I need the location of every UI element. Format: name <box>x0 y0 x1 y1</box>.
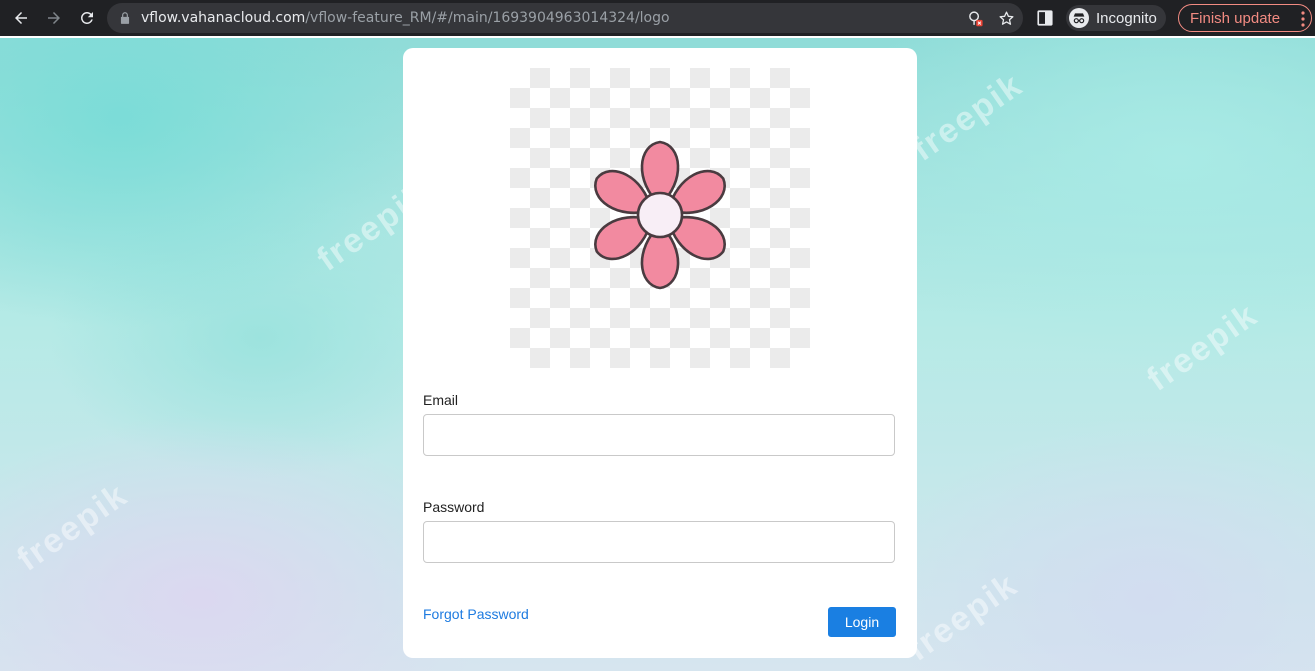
password-label: Password <box>423 499 485 515</box>
tracking-blocked-icon[interactable] <box>967 10 984 27</box>
profile-chip[interactable]: Incognito <box>1066 5 1166 31</box>
url-path: /vflow-feature_RM/#/main/169390496301432… <box>305 10 670 26</box>
email-label: Email <box>423 392 459 408</box>
profile-label: Incognito <box>1096 9 1157 27</box>
login-button[interactable]: Login <box>828 607 896 637</box>
star-icon[interactable] <box>998 10 1015 27</box>
incognito-icon <box>1069 8 1089 28</box>
login-card: Email Password Forgot Password Login <box>403 48 917 658</box>
forward-button[interactable] <box>39 3 69 33</box>
password-field[interactable] <box>423 521 895 563</box>
back-button[interactable] <box>6 3 36 33</box>
logo-image <box>510 68 810 368</box>
browser-toolbar: vflow.vahanacloud.com/vflow-feature_RM/#… <box>0 0 1315 36</box>
arrow-left-icon <box>15 12 27 24</box>
forgot-password-link[interactable]: Forgot Password <box>423 606 529 622</box>
url-text: vflow.vahanacloud.com/vflow-feature_RM/#… <box>141 10 670 26</box>
watermark: freepik <box>900 565 1025 669</box>
watermark: freepik <box>10 475 135 579</box>
watermark: freepik <box>905 65 1030 169</box>
flower-logo-icon <box>594 140 726 290</box>
address-bar[interactable]: vflow.vahanacloud.com/vflow-feature_RM/#… <box>107 3 1023 33</box>
kebab-menu-icon <box>1301 11 1305 27</box>
reload-icon <box>80 11 93 24</box>
reload-button[interactable] <box>72 3 102 33</box>
arrow-right-icon <box>48 12 60 24</box>
url-host: vflow.vahanacloud.com <box>141 10 306 26</box>
finish-update-button[interactable]: Finish update <box>1178 4 1312 32</box>
finish-update-label: Finish update <box>1190 9 1281 27</box>
watermark: freepik <box>1140 295 1265 399</box>
lock-icon <box>120 12 130 24</box>
email-field[interactable] <box>423 414 895 456</box>
side-panel-icon[interactable] <box>1036 9 1054 27</box>
